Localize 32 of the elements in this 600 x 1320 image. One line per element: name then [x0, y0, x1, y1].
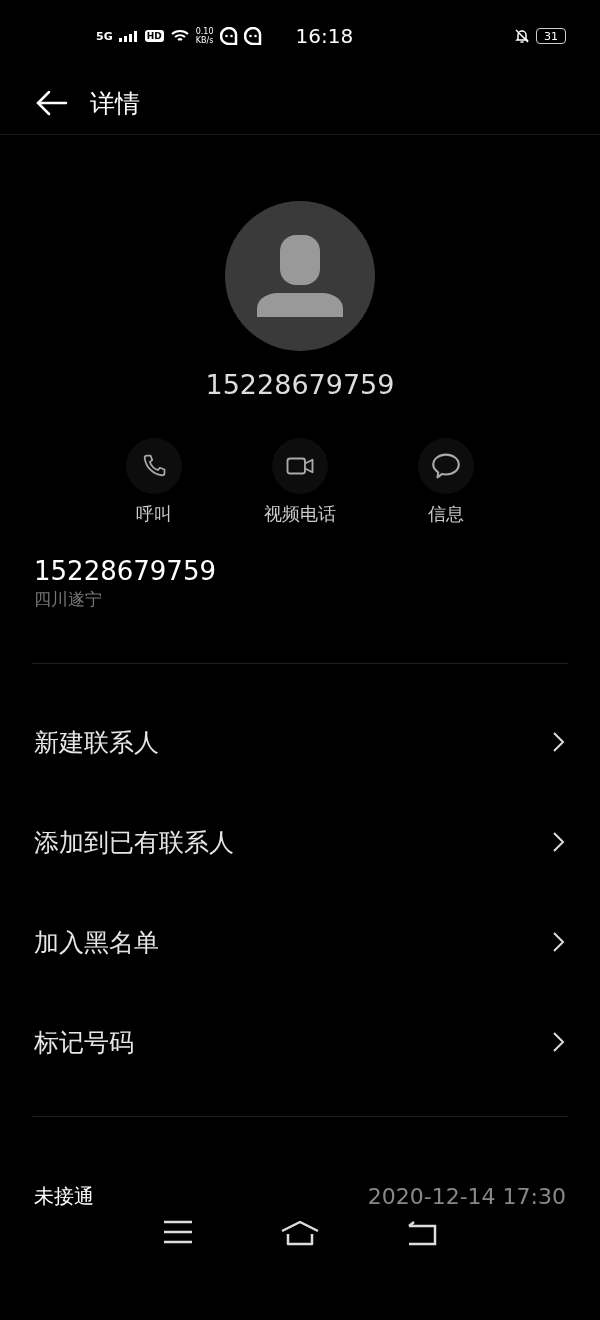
phone-number: 15228679759 [34, 556, 217, 586]
app-notification-icon [243, 27, 262, 45]
number-location: 四川遂宁 [34, 588, 103, 611]
back-arrow-icon[interactable] [36, 90, 68, 116]
page-title: 详情 [90, 87, 140, 120]
menu-item[interactable]: 新建联系人 [34, 725, 159, 759]
hd-badge: HD [144, 30, 164, 42]
battery-indicator: 31 [536, 28, 566, 44]
back-icon[interactable] [406, 1220, 437, 1246]
contact-number: 15228679759 [205, 369, 395, 400]
call-status: 未接通 [34, 1183, 94, 1210]
home-icon[interactable] [280, 1220, 320, 1246]
menu-item[interactable]: 标记号码 [34, 1025, 134, 1059]
bell-off-icon [514, 28, 530, 44]
menu-item[interactable]: 添加到已有联系人 [34, 825, 234, 859]
call-time: 2020-12-14 17:30 [367, 1184, 566, 1209]
signal-icon [118, 30, 139, 42]
network-speed: 0.10 KB/s [195, 27, 214, 45]
chevron-right-icon [552, 1031, 566, 1053]
person-icon [257, 235, 343, 317]
clock: 16:18 [295, 24, 354, 48]
call-button[interactable]: 呼叫 [109, 438, 199, 526]
menu-icon[interactable] [163, 1220, 194, 1246]
chevron-right-icon [552, 731, 566, 753]
wifi-icon [169, 28, 190, 44]
video-call-button[interactable]: 视频电话 [255, 438, 345, 526]
chevron-right-icon [552, 831, 566, 853]
message-button[interactable]: 信息 [401, 438, 491, 526]
menu-item[interactable]: 加入黑名单 [34, 925, 159, 959]
network-label: 5G [96, 29, 113, 43]
app-notification-icon [219, 27, 238, 45]
chevron-right-icon [552, 931, 566, 953]
